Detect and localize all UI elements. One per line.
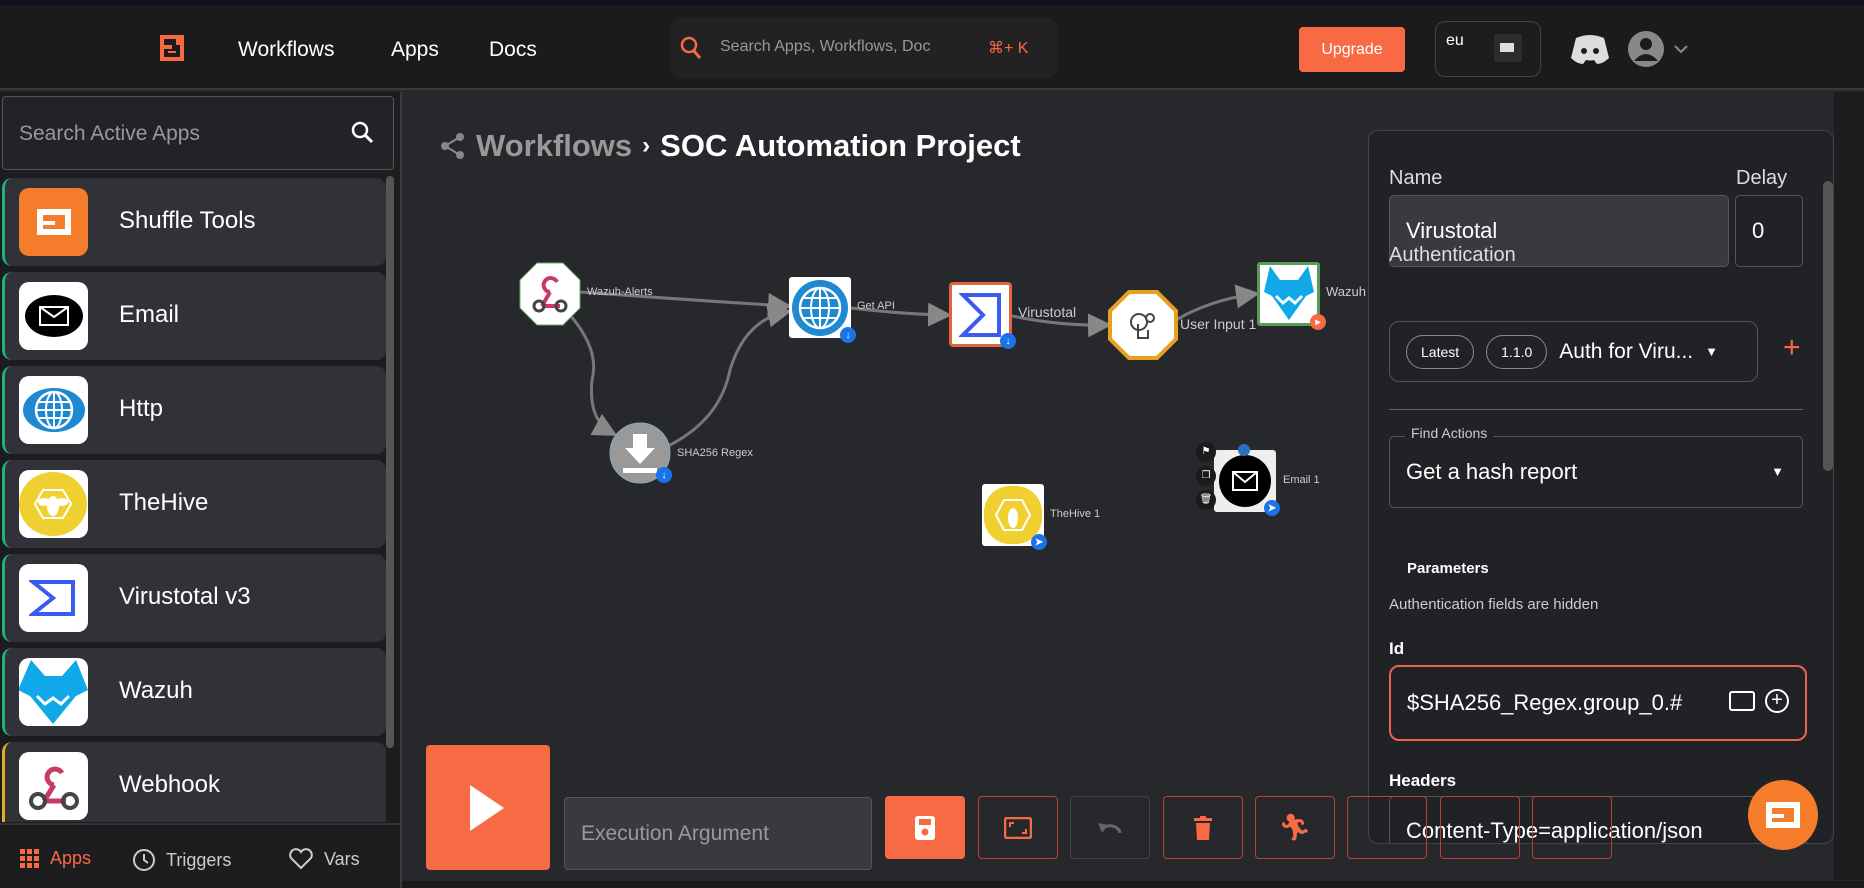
id-input[interactable]: $SHA256_Regex.group_0.# + (1389, 665, 1807, 741)
id-value: $SHA256_Regex.group_0.# (1407, 690, 1683, 715)
find-actions-select[interactable]: Get a hash report ▼ (1389, 436, 1803, 508)
play-icon (470, 785, 504, 831)
node-actions: ⚑ ❐ 🗑 (1196, 442, 1216, 512)
execution-argument-input[interactable]: Execution Argument (564, 797, 872, 870)
edge-webhook-regex (568, 314, 618, 436)
id-label: Id (1389, 639, 1405, 658)
right-gutter (1834, 92, 1864, 880)
download-badge-icon: ↓ (656, 467, 672, 483)
name-label: Name (1389, 167, 1443, 189)
headers-label: Headers (1389, 771, 1457, 790)
edge-regex-getapi (667, 303, 792, 448)
fullscreen-icon (1004, 816, 1032, 839)
trash-icon[interactable]: 🗑 (1196, 490, 1216, 510)
run-workflow-button[interactable] (426, 745, 550, 870)
fit-view-button[interactable] (978, 796, 1058, 859)
chip-version[interactable]: 1.1.0 (1486, 334, 1548, 369)
flag-icon[interactable]: ⚑ (1196, 442, 1216, 462)
action-settings-panel: Name Delay Virustotal 0 Authentication L… (1368, 130, 1834, 844)
undo-icon (1098, 822, 1122, 833)
save-icon (915, 815, 935, 840)
undo-button[interactable] (1070, 796, 1150, 859)
dropdown-arrow-icon: ▼ (1771, 464, 1784, 479)
auth-hidden-note: Authentication fields are hidden (1389, 596, 1599, 613)
delay-input[interactable]: 0 (1735, 195, 1803, 267)
auth-value: Auth for Viru... (1559, 339, 1694, 363)
node-label: Wazuh-Alerts (587, 286, 653, 298)
node-label: Virustotal (1018, 304, 1077, 320)
delay-label: Delay (1736, 167, 1788, 189)
expand-icon[interactable] (1729, 691, 1755, 711)
download-badge-icon: ↓ (1000, 333, 1016, 349)
delete-button[interactable] (1163, 796, 1243, 859)
shuffle-logo-icon (1766, 802, 1800, 828)
divider (1389, 409, 1803, 410)
save-button[interactable] (885, 796, 965, 859)
toolbar-button[interactable] (1347, 796, 1427, 859)
add-auth-button[interactable]: + (1783, 331, 1801, 365)
node-label: TheHive 1 (1050, 508, 1101, 520)
bottom-strip (402, 881, 1864, 888)
node-label: SHA256 Regex (677, 447, 753, 459)
dropdown-arrow-icon: ▼ (1705, 344, 1719, 359)
trash-icon (1194, 815, 1212, 840)
node-label: Wazuh (1326, 284, 1366, 299)
copy-icon[interactable]: ❐ (1196, 466, 1216, 486)
run-debug-button[interactable]: 🏃︎ (1255, 796, 1335, 859)
toolbar-button[interactable] (1440, 796, 1520, 859)
node-label: Email 1 (1283, 474, 1320, 486)
virustotal-icon (958, 292, 1001, 337)
toolbar-button[interactable] (1532, 796, 1612, 859)
find-actions-label: Find Actions (1405, 425, 1494, 441)
action-value: Get a hash report (1406, 459, 1578, 484)
authentication-label: Authentication (1389, 244, 1516, 266)
parameters-heading: Parameters (1407, 560, 1489, 577)
panel-scrollbar[interactable] (1823, 181, 1833, 471)
authentication-select[interactable]: Latest 1.1.0 Auth for Viru... ▼ (1389, 321, 1758, 382)
email-icon (1219, 455, 1271, 507)
wazuh-icon (1263, 266, 1314, 320)
download-badge-icon: ↓ (840, 327, 856, 343)
node-handle[interactable] (1238, 444, 1250, 456)
node-webhook[interactable] (519, 262, 581, 326)
play-badge-icon: ▸ (1310, 314, 1326, 330)
add-variable-icon[interactable]: + (1765, 689, 1789, 713)
node-label: Get API (857, 300, 895, 312)
node-label: User Input 1 (1180, 316, 1257, 332)
running-icon: 🏃︎ (1278, 812, 1312, 842)
node-user-input[interactable] (1108, 290, 1178, 360)
run-badge-icon: ➤ (1031, 534, 1047, 550)
chip-latest[interactable]: Latest (1406, 334, 1475, 369)
shuffle-assistant-button[interactable] (1748, 780, 1818, 850)
globe-icon (792, 279, 848, 336)
run-badge-icon: ➤ (1264, 500, 1280, 516)
